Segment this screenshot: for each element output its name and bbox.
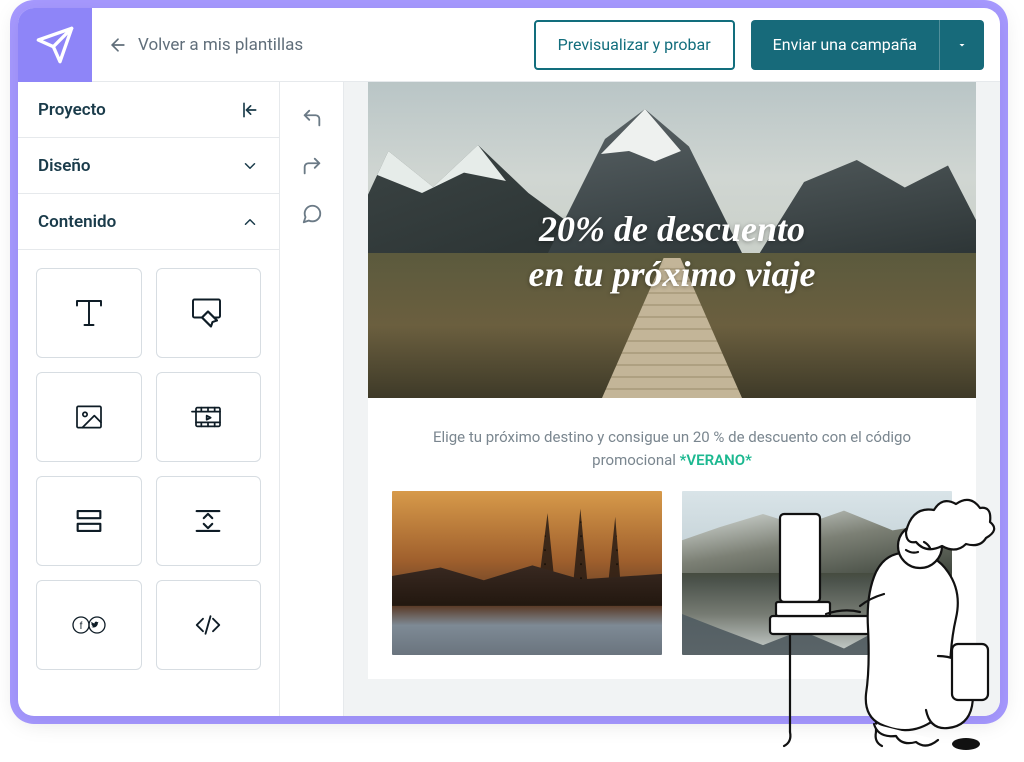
- arrow-left-icon: [108, 35, 128, 55]
- spacer-icon: [191, 504, 225, 538]
- topbar: Volver a mis plantillas Previsualizar y …: [18, 8, 1000, 82]
- collapse-sidebar-icon: [239, 100, 259, 120]
- comment-icon: [301, 203, 323, 225]
- sidebar: Proyecto Diseño Contenido: [18, 82, 280, 716]
- content-block-html[interactable]: [156, 580, 262, 670]
- action-iconbar: [280, 82, 344, 716]
- send-button[interactable]: Enviar una campaña: [751, 20, 940, 70]
- content-block-social[interactable]: f: [36, 580, 142, 670]
- project-label: Proyecto: [38, 100, 106, 120]
- redo-icon: [301, 155, 323, 177]
- preview-label: Previsualizar y probar: [558, 35, 711, 54]
- promo-code: *VERANO*: [680, 451, 752, 469]
- send-button-group: Enviar una campaña: [751, 20, 984, 70]
- app-logo[interactable]: [18, 8, 92, 82]
- thumbnail-sunset[interactable]: [392, 491, 662, 655]
- back-link[interactable]: Volver a mis plantillas: [108, 35, 518, 55]
- content-block-spacer[interactable]: [156, 476, 262, 566]
- hero-image[interactable]: 20% de descuento en tu próximo viaje: [368, 82, 976, 398]
- paper-plane-icon: [35, 25, 75, 65]
- hero-headline: 20% de descuento en tu próximo viaje: [368, 207, 976, 297]
- decorative-illustration: [756, 476, 1020, 756]
- content-block-video[interactable]: [156, 372, 262, 462]
- sidebar-section-content[interactable]: Contenido: [18, 194, 279, 250]
- content-block-columns[interactable]: [36, 476, 142, 566]
- code-icon: [190, 610, 226, 640]
- back-label: Volver a mis plantillas: [138, 35, 303, 55]
- hero-line2: en tu próximo viaje: [368, 252, 976, 297]
- content-block-grid: f: [18, 250, 279, 688]
- caret-down-icon: [956, 39, 968, 51]
- undo-icon: [301, 107, 323, 129]
- image-icon: [71, 401, 107, 433]
- svg-text:f: f: [79, 621, 82, 632]
- undo-button[interactable]: [290, 96, 334, 140]
- text-icon: [71, 295, 107, 331]
- send-label: Enviar una campaña: [773, 35, 917, 54]
- meta-pre: Elige tu próximo destino y consigue un 2…: [433, 428, 911, 469]
- content-block-image[interactable]: [36, 372, 142, 462]
- sidebar-section-design[interactable]: Diseño: [18, 138, 279, 194]
- preview-button[interactable]: Previsualizar y probar: [534, 20, 735, 70]
- comments-button[interactable]: [290, 192, 334, 236]
- sidebar-section-project[interactable]: Proyecto: [18, 82, 279, 138]
- social-icon: f: [69, 610, 109, 640]
- video-icon: [189, 401, 227, 433]
- cursor-click-icon: [188, 295, 228, 331]
- content-block-button[interactable]: [156, 268, 262, 358]
- redo-button[interactable]: [290, 144, 334, 188]
- chevron-up-icon: [241, 213, 259, 231]
- chevron-down-icon: [241, 157, 259, 175]
- content-label: Contenido: [38, 212, 116, 232]
- columns-icon: [72, 504, 106, 538]
- design-label: Diseño: [38, 156, 91, 176]
- content-block-text[interactable]: [36, 268, 142, 358]
- hero-line1: 20% de descuento: [368, 207, 976, 252]
- send-dropdown-toggle[interactable]: [940, 20, 984, 70]
